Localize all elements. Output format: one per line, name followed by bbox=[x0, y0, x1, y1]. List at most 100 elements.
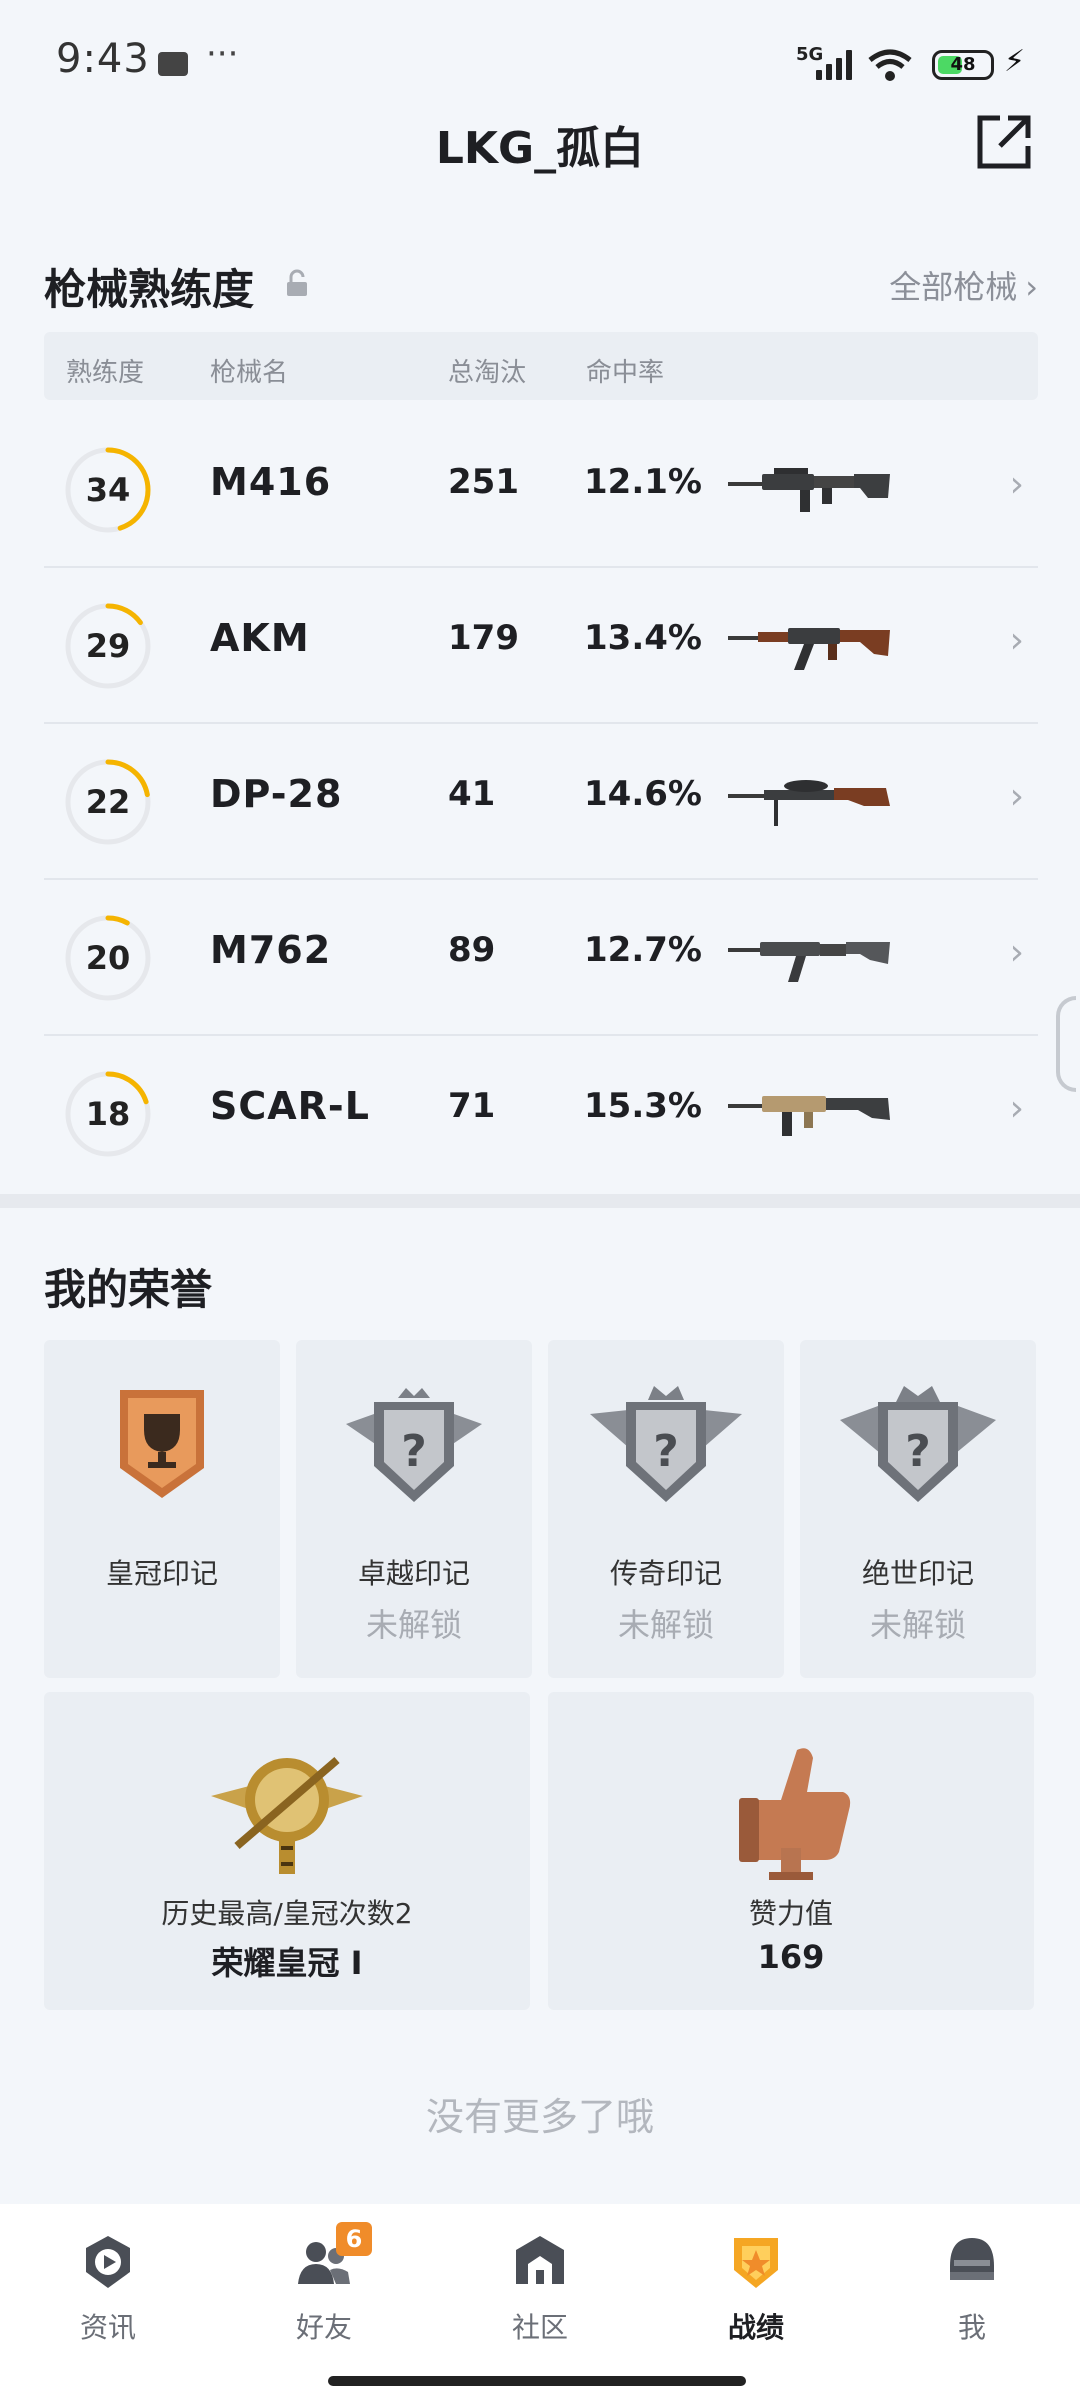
honors-section-title: 我的荣誉 bbox=[44, 1265, 213, 1314]
weapon-row[interactable]: 22 DP-28 41 14.6% › bbox=[44, 724, 1038, 880]
chevron-right-icon: › bbox=[1025, 268, 1038, 306]
weapon-row[interactable]: 29 AKM 179 13.4% › bbox=[44, 568, 1038, 724]
status-bar: 9:43 ··· 5G 48 ⚡ bbox=[0, 0, 1080, 120]
mastery-level: 18 bbox=[85, 1095, 131, 1133]
chevron-right-icon: › bbox=[1009, 776, 1024, 817]
dp28-lmg-icon bbox=[728, 780, 890, 826]
weapon-row[interactable]: 34 M416 251 12.1% › bbox=[44, 412, 1038, 568]
chevron-right-icon: › bbox=[1009, 464, 1024, 505]
record-icon bbox=[734, 2238, 778, 2288]
community-icon bbox=[516, 2236, 564, 2284]
locked-badge-icon: ? bbox=[346, 1388, 482, 1502]
nav-item-record[interactable]: 战绩 bbox=[676, 2226, 836, 2356]
side-drawer-handle[interactable] bbox=[1056, 996, 1076, 1092]
likes-value: 169 bbox=[757, 1938, 825, 1976]
weapon-kills: 71 bbox=[448, 1086, 496, 1126]
battery-icon: 48 bbox=[932, 50, 994, 80]
weapon-kills: 41 bbox=[448, 774, 496, 814]
akm-rifle-icon bbox=[728, 628, 890, 670]
honor-highest-rank[interactable]: 历史最高/皇冠次数2 荣耀皇冠 Ⅰ bbox=[44, 1692, 530, 2010]
weapon-accuracy: 13.4% bbox=[584, 618, 702, 658]
page-title: LKG_孤白 bbox=[435, 123, 645, 174]
weapons-table-header: 熟练度 枪械名 总淘汰 命中率 bbox=[44, 332, 1038, 400]
weapon-row[interactable]: 18 SCAR-L 71 15.3% › bbox=[44, 1036, 1038, 1192]
mastery-level: 22 bbox=[85, 783, 131, 821]
trophy-badge-icon bbox=[120, 1390, 204, 1498]
honor-label: 历史最高/皇冠次数2 bbox=[161, 1897, 413, 1930]
column-header-name: 枪械名 bbox=[210, 358, 289, 388]
honor-card-legend[interactable]: ? 传奇印记 未解锁 bbox=[548, 1340, 784, 1678]
honor-label: 传奇印记 bbox=[609, 1557, 722, 1590]
locked-badge-icon: ? bbox=[840, 1386, 996, 1502]
nav-label: 战绩 bbox=[727, 2311, 784, 2344]
weapon-accuracy: 15.3% bbox=[584, 1086, 702, 1126]
honor-likes[interactable]: 赞力值 169 bbox=[548, 1692, 1034, 2010]
home-indicator[interactable] bbox=[328, 2376, 746, 2386]
section-divider bbox=[0, 1194, 1080, 1208]
status-time: 9:43 bbox=[56, 36, 150, 82]
m416-rifle-icon bbox=[728, 468, 890, 512]
weapon-kills: 251 bbox=[448, 462, 519, 502]
column-header-accuracy: 命中率 bbox=[586, 358, 665, 388]
more-notifications-icon: ··· bbox=[206, 34, 239, 74]
m762-rifle-icon bbox=[728, 942, 890, 982]
honor-status: 未解锁 bbox=[869, 1606, 966, 1644]
nav-label: 好友 bbox=[295, 2311, 352, 2344]
battery-level: 48 bbox=[950, 54, 976, 75]
honor-card-crown[interactable]: 皇冠印记 bbox=[44, 1340, 280, 1678]
nav-label: 资讯 bbox=[79, 2311, 136, 2344]
all-weapons-link[interactable]: 全部枪械 › bbox=[889, 262, 1038, 308]
weapon-name: M416 bbox=[210, 460, 332, 504]
honor-label: 卓越印记 bbox=[357, 1557, 470, 1590]
nav-item-community[interactable]: 社区 bbox=[460, 2226, 620, 2356]
weapon-accuracy: 12.1% bbox=[584, 462, 702, 502]
weapon-accuracy: 14.6% bbox=[584, 774, 702, 814]
honor-label: 皇冠印记 bbox=[105, 1557, 218, 1590]
bottom-nav: 资讯 6 好友 社区 战绩 我 bbox=[0, 2204, 1080, 2400]
nav-item-me[interactable]: 我 bbox=[892, 2226, 1052, 2356]
weapon-kills: 89 bbox=[448, 930, 496, 970]
wifi-icon bbox=[868, 49, 912, 81]
message-icon bbox=[158, 52, 188, 76]
weapon-name: M762 bbox=[210, 928, 332, 972]
honor-status: 未解锁 bbox=[365, 1606, 462, 1644]
thumbs-up-icon bbox=[739, 1748, 851, 1880]
signal-icon bbox=[816, 50, 854, 80]
nav-item-news[interactable]: 资讯 bbox=[28, 2226, 188, 2356]
end-of-list-text: 没有更多了哦 bbox=[425, 2095, 654, 2139]
svg-text:?: ? bbox=[905, 1426, 931, 1477]
honor-status: 未解锁 bbox=[617, 1606, 714, 1644]
news-icon bbox=[86, 2236, 130, 2288]
scar-l-rifle-icon bbox=[728, 1096, 890, 1136]
profile-icon bbox=[950, 2238, 994, 2280]
weapon-name: DP-28 bbox=[210, 772, 343, 816]
charging-icon: ⚡ bbox=[1004, 44, 1026, 79]
honor-card-peerless[interactable]: ? 绝世印记 未解锁 bbox=[800, 1340, 1036, 1678]
nav-label: 社区 bbox=[511, 2311, 568, 2344]
weapon-kills: 179 bbox=[448, 618, 519, 658]
locked-badge-icon: ? bbox=[590, 1386, 742, 1502]
weapon-name: SCAR-L bbox=[210, 1084, 370, 1128]
lock-icon bbox=[287, 269, 307, 296]
share-icon[interactable] bbox=[974, 112, 1034, 172]
svg-text:?: ? bbox=[401, 1426, 427, 1477]
chevron-right-icon: › bbox=[1009, 620, 1024, 661]
weapon-accuracy: 12.7% bbox=[584, 930, 702, 970]
mastery-level: 34 bbox=[85, 471, 131, 509]
nav-label: 我 bbox=[957, 2311, 986, 2344]
nav-item-friends[interactable]: 6 好友 bbox=[244, 2222, 404, 2356]
weapon-name: AKM bbox=[210, 616, 310, 660]
highest-rank-value: 荣耀皇冠 Ⅰ bbox=[211, 1944, 363, 1982]
column-header-kills: 总淘汰 bbox=[448, 358, 527, 388]
honor-label: 绝世印记 bbox=[861, 1557, 974, 1590]
all-weapons-label: 全部枪械 bbox=[889, 268, 1018, 306]
mastery-level: 20 bbox=[85, 939, 131, 977]
svg-text:?: ? bbox=[653, 1426, 679, 1477]
friends-badge: 6 bbox=[336, 2222, 372, 2256]
chevron-right-icon: › bbox=[1009, 1088, 1024, 1129]
mastery-level: 29 bbox=[85, 627, 131, 665]
rank-crown-emblem-icon bbox=[211, 1756, 363, 1874]
column-header-mastery: 熟练度 bbox=[66, 358, 145, 388]
honor-card-excellence[interactable]: ? 卓越印记 未解锁 bbox=[296, 1340, 532, 1678]
weapon-row[interactable]: 20 M762 89 12.7% › bbox=[44, 880, 1038, 1036]
